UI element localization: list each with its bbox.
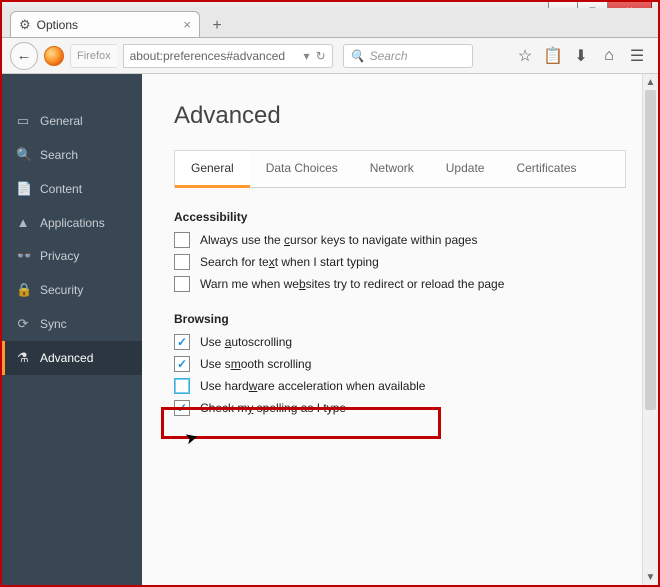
clipboard-icon[interactable]: 📋 — [540, 43, 566, 69]
label-smooth-scrolling: Use smooth scrolling — [200, 357, 311, 371]
subtab-update[interactable]: Update — [430, 151, 501, 187]
menu-icon[interactable]: ☰ — [624, 43, 650, 69]
search-pref-icon: 🔍 — [16, 147, 30, 163]
downloads-icon[interactable]: ⬇ — [568, 43, 594, 69]
checkbox-warn-redirect[interactable] — [174, 276, 190, 292]
applications-icon: ▲ — [16, 215, 30, 230]
gear-icon: ⚙ — [19, 17, 31, 33]
checkbox-autoscrolling[interactable]: ✓ — [174, 334, 190, 350]
tab-title: Options — [37, 18, 78, 32]
label-hardware-acceleration: Use hardware acceleration when available — [200, 379, 425, 393]
sidebar-item-advanced[interactable]: ⚗Advanced — [2, 341, 142, 375]
tab-strip: ⚙ Options × + — [2, 8, 658, 38]
checkbox-search-text[interactable] — [174, 254, 190, 270]
sidebar-item-search[interactable]: 🔍Search — [2, 138, 142, 172]
browser-tab-options[interactable]: ⚙ Options × — [10, 11, 200, 37]
content-icon: 📄 — [16, 181, 30, 197]
scroll-down-arrow-icon[interactable]: ▼ — [643, 569, 658, 585]
subtab-general[interactable]: General — [175, 151, 250, 188]
search-icon: 🔍 — [350, 49, 365, 63]
label-cursor-keys: Always use the cursor keys to navigate w… — [200, 233, 477, 247]
advanced-subtabs: General Data Choices Network Update Cert… — [174, 150, 626, 188]
browsing-section: Browsing ✓ Use autoscrolling ✓ Use smooth … — [174, 312, 626, 416]
browsing-heading: Browsing — [174, 312, 626, 326]
accessibility-heading: Accessibility — [174, 210, 626, 224]
navigation-toolbar: ← Firefox about:preferences#advanced ▾↻ … — [2, 38, 658, 74]
back-button[interactable]: ← — [10, 42, 38, 70]
sidebar-item-general[interactable]: ▭General — [2, 104, 142, 138]
advanced-icon: ⚗ — [16, 350, 30, 366]
subtab-certificates[interactable]: Certificates — [500, 151, 592, 187]
general-icon: ▭ — [16, 113, 30, 129]
vertical-scrollbar[interactable]: ▲ ▼ — [642, 74, 658, 585]
sidebar-item-security[interactable]: 🔒Security — [2, 273, 142, 307]
sync-icon: ⟳ — [16, 316, 30, 332]
checkbox-cursor-keys[interactable] — [174, 232, 190, 248]
new-tab-button[interactable]: + — [204, 15, 230, 37]
checkbox-hardware-acceleration[interactable] — [174, 378, 190, 394]
scroll-thumb[interactable] — [645, 90, 656, 410]
label-spelling: Check my spelling as I type — [200, 401, 346, 415]
preferences-main: Advanced General Data Choices Network Up… — [142, 74, 658, 585]
search-placeholder: Search — [370, 49, 408, 63]
sidebar-item-applications[interactable]: ▲Applications — [2, 206, 142, 239]
url-bar[interactable]: about:preferences#advanced ▾ ↻ — [123, 44, 333, 68]
identity-box[interactable]: Firefox — [70, 44, 117, 68]
label-search-text: Search for text when I start typing — [200, 255, 379, 269]
bookmark-star-icon[interactable]: ☆ — [512, 43, 538, 69]
reload-icon[interactable]: ↻ — [316, 49, 326, 63]
url-text: about:preferences#advanced — [130, 49, 285, 63]
checkbox-spelling[interactable]: ✓ — [174, 400, 190, 416]
checkbox-smooth-scrolling[interactable]: ✓ — [174, 356, 190, 372]
page-title: Advanced — [174, 102, 626, 130]
privacy-icon: 👓 — [16, 248, 30, 264]
search-bar[interactable]: 🔍 Search — [343, 44, 473, 68]
security-icon: 🔒 — [16, 282, 30, 298]
scroll-up-arrow-icon[interactable]: ▲ — [643, 74, 658, 90]
label-warn-redirect: Warn me when websites try to redirect or… — [200, 277, 504, 291]
subtab-network[interactable]: Network — [354, 151, 430, 187]
sidebar-item-sync[interactable]: ⟳Sync — [2, 307, 142, 341]
sidebar-item-content[interactable]: 📄Content — [2, 172, 142, 206]
tab-close-icon[interactable]: × — [183, 17, 191, 32]
label-autoscrolling: Use autoscrolling — [200, 335, 292, 349]
home-icon[interactable]: ⌂ — [596, 43, 622, 69]
accessibility-section: Accessibility Always use the cursor keys… — [174, 210, 626, 292]
dropmarker-icon[interactable]: ▾ — [304, 49, 310, 63]
firefox-logo-icon — [44, 46, 64, 66]
sidebar-item-privacy[interactable]: 👓Privacy — [2, 239, 142, 273]
subtab-data-choices[interactable]: Data Choices — [250, 151, 354, 187]
preferences-sidebar: ▭General 🔍Search 📄Content ▲Applications … — [2, 74, 142, 585]
